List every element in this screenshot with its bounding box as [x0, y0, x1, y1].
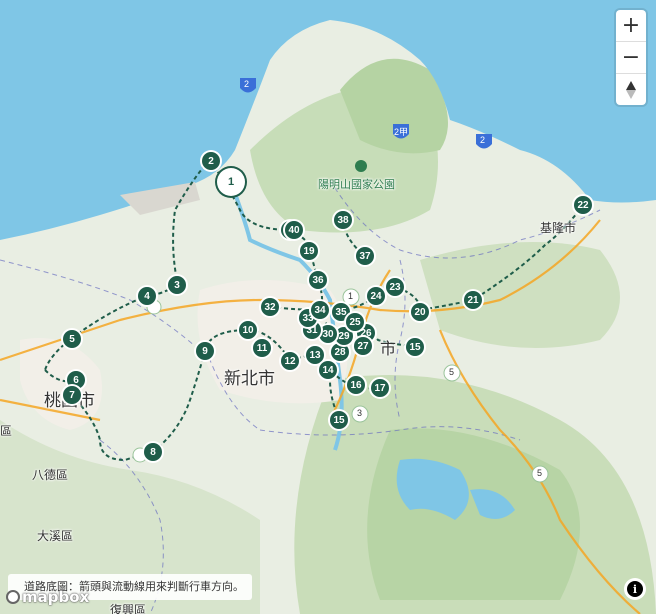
info-button[interactable]: i — [624, 578, 646, 600]
compass-button[interactable] — [616, 74, 646, 105]
station-marker[interactable]: 28 — [331, 343, 349, 361]
road-shield-label: 1 — [348, 291, 354, 301]
station-marker[interactable]: 7 — [63, 386, 81, 404]
station-marker[interactable]: 19 — [300, 242, 318, 260]
station-marker[interactable]: 32 — [261, 298, 279, 316]
station-marker[interactable]: 24 — [367, 287, 385, 305]
station-marker[interactable]: 10 — [239, 321, 257, 339]
station-marker[interactable]: 8 — [144, 443, 162, 461]
info-icon: i — [627, 581, 643, 597]
station-marker[interactable]: 4 — [138, 287, 156, 305]
station-marker[interactable]: 15 — [406, 338, 424, 356]
station-marker[interactable]: 36 — [309, 271, 327, 289]
road-shield-label: 3 — [357, 408, 363, 418]
station-marker[interactable]: 9 — [196, 342, 214, 360]
zoom-in-button[interactable]: + — [616, 10, 646, 42]
station-marker[interactable]: 15 — [330, 411, 348, 429]
station-marker[interactable]: 20 — [411, 303, 429, 321]
map-view[interactable]: 2 2 2甲 1 3 5 5 新北市 桃園市 基隆市 八德區 大溪區 陽明山國家… — [0, 0, 656, 614]
road-shield-label: 2甲 — [394, 127, 409, 137]
station-marker[interactable]: 13 — [306, 346, 324, 364]
place-label-fragment: 市 — [380, 341, 397, 358]
road-shield-label: 5 — [537, 468, 543, 478]
place-label-edge: 區 — [0, 424, 13, 438]
station-marker[interactable]: 22 — [574, 196, 592, 214]
place-label-xinbei: 新北市 — [224, 369, 275, 388]
station-marker[interactable]: 1 — [217, 168, 245, 196]
place-label-bade: 八德區 — [32, 468, 69, 482]
mapbox-logo[interactable]: mapbox — [6, 588, 89, 606]
station-marker[interactable]: 34 — [311, 301, 329, 319]
station-marker[interactable]: 14 — [319, 361, 337, 379]
compass-icon — [626, 80, 636, 99]
station-marker[interactable]: 12 — [281, 352, 299, 370]
station-marker[interactable]: 40 — [285, 221, 303, 239]
station-marker[interactable]: 37 — [356, 247, 374, 265]
place-label-daxi: 大溪區 — [37, 529, 74, 543]
place-label-keelung: 基隆市 — [540, 221, 577, 235]
station-marker[interactable]: 16 — [347, 376, 365, 394]
station-marker[interactable]: 11 — [253, 339, 271, 357]
station-marker[interactable]: 21 — [464, 291, 482, 309]
mapbox-logo-text: mapbox — [22, 588, 90, 606]
zoom-out-button[interactable]: − — [616, 42, 646, 74]
station-marker[interactable]: 25 — [346, 313, 364, 331]
zoom-controls: + − — [616, 10, 646, 105]
station-marker[interactable]: 17 — [371, 379, 389, 397]
station-marker[interactable]: 3 — [168, 276, 186, 294]
road-shield-label: 2 — [244, 79, 250, 89]
road-shield-label: 2 — [480, 135, 486, 145]
road-shield-label: 5 — [449, 367, 455, 377]
mapbox-logo-icon — [6, 590, 20, 604]
station-marker[interactable]: 5 — [63, 330, 81, 348]
station-marker[interactable]: 30 — [319, 325, 337, 343]
place-label-fuxing: 復興區 — [110, 603, 147, 614]
station-marker[interactable]: 27 — [354, 337, 372, 355]
station-marker[interactable]: 23 — [386, 278, 404, 296]
station-marker[interactable]: 2 — [202, 152, 220, 170]
station-marker[interactable]: 38 — [334, 211, 352, 229]
place-label-yangmingshan: 陽明山國家公園 — [318, 179, 395, 191]
